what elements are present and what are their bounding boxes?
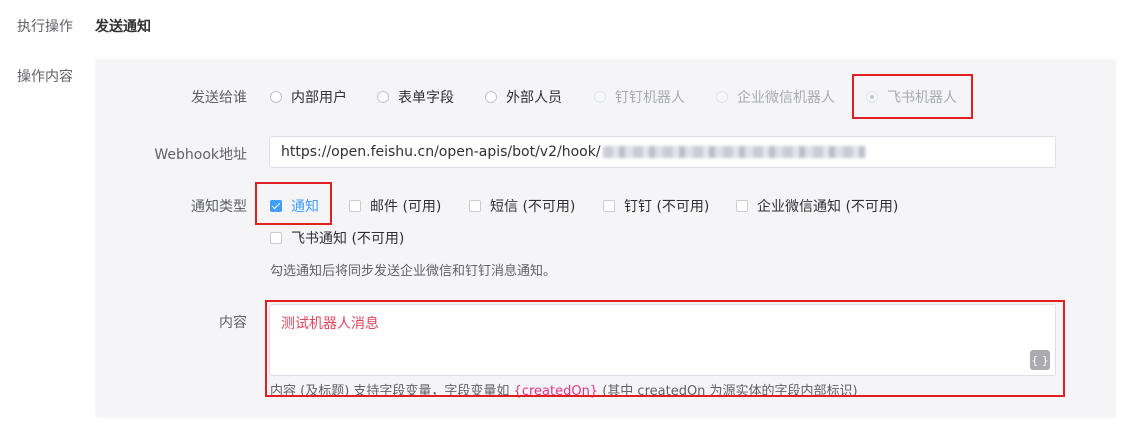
checkbox-icon [603, 200, 615, 212]
checkbox-icon [270, 232, 282, 244]
content-label: 内容 [219, 315, 247, 331]
notify-type-label: 通知类型 [191, 199, 247, 215]
radio-circle-icon [377, 91, 389, 103]
radio-internal-user[interactable]: 内部用户 [270, 87, 347, 107]
highlight-content [265, 300, 1065, 397]
notify-hint: 勾选通知后将同步发送企业微信和钉钉消息通知。 [270, 264, 557, 279]
radio-circle-icon [270, 91, 282, 103]
action-label: 执行操作 [17, 19, 73, 35]
send-to-label: 发送给谁 [191, 90, 247, 106]
radio-external-person[interactable]: 外部人员 [485, 87, 562, 107]
checkbox-sms[interactable]: 短信 (不可用) [469, 196, 575, 216]
redacted-token [602, 146, 865, 158]
action-value: 发送通知 [95, 19, 151, 35]
radio-circle-icon [485, 91, 497, 103]
radio-dingtalk-bot[interactable]: 钉钉机器人 [594, 87, 685, 107]
checkbox-wecom[interactable]: 企业微信通知 (不可用) [736, 196, 898, 216]
content-section-label: 操作内容 [17, 69, 73, 85]
radio-wecom-bot[interactable]: 企业微信机器人 [716, 87, 835, 107]
radio-circle-icon [716, 91, 728, 103]
checkbox-email[interactable]: 邮件 (可用) [349, 196, 441, 216]
webhook-input[interactable]: https://open.feishu.cn/open-apis/bot/v2/… [269, 136, 1056, 168]
checkbox-icon [349, 200, 361, 212]
highlight-notify-checkbox [255, 182, 332, 225]
checkbox-icon [736, 200, 748, 212]
checkbox-dingtalk[interactable]: 钉钉 (不可用) [603, 196, 709, 216]
checkbox-feishu[interactable]: 飞书通知 (不可用) [270, 228, 404, 248]
radio-circle-icon [594, 91, 606, 103]
radio-form-field[interactable]: 表单字段 [377, 87, 454, 107]
highlight-feishu-bot [852, 74, 973, 119]
webhook-label: Webhook地址 [154, 147, 247, 163]
checkbox-icon [469, 200, 481, 212]
